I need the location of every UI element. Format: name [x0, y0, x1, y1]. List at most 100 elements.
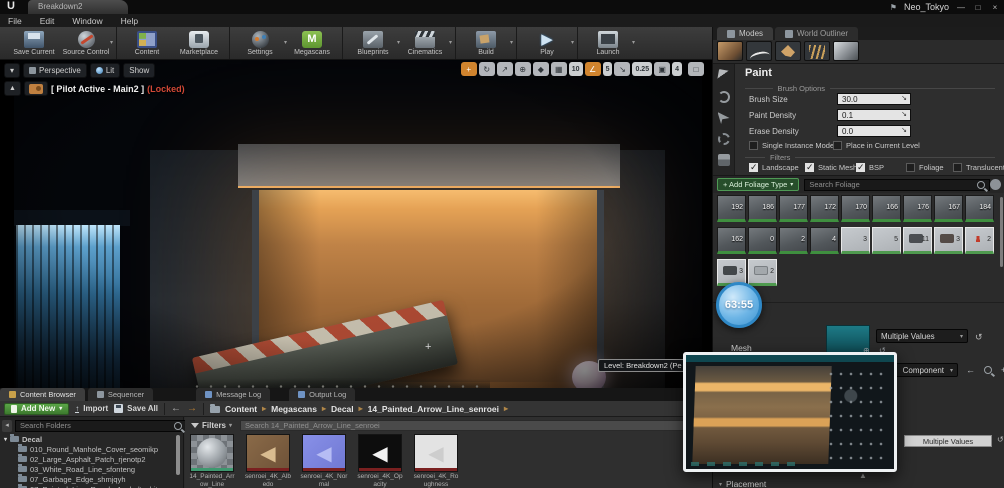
place-in-current-level-option[interactable]: Place in Current Level	[833, 141, 920, 150]
add-new-button[interactable]: Add New ▾	[4, 403, 69, 415]
foliage-tile-selected[interactable]: 11	[903, 227, 932, 254]
rotation-snapping-button[interactable]: ∠	[585, 62, 601, 76]
lasso-tool-icon[interactable]	[718, 133, 730, 145]
tab-modes[interactable]: Modes	[717, 27, 773, 40]
tree-folder[interactable]: 010_Round_Manhole_Cover_seomikp	[4, 444, 170, 454]
level-viewport[interactable]: + ▾ Perspective Lit Show + ↻ ↗ ⊕ ◆ ▦ 10 …	[0, 60, 712, 388]
foliage-tile[interactable]: 2	[779, 227, 808, 254]
foliage-tile[interactable]: 192	[717, 195, 746, 222]
asset-texture-roughness[interactable]: ◀ senroei_4K_Roughness	[412, 434, 460, 488]
foliage-tile[interactable]: 177	[779, 195, 808, 222]
scale-snap-value[interactable]: 0.25	[632, 62, 652, 76]
minimize-button[interactable]: —	[956, 3, 966, 12]
filter-translucent[interactable]: Translucent	[953, 163, 1004, 172]
world-local-toggle[interactable]: ⊕	[515, 62, 531, 76]
foliage-tile[interactable]: 162	[717, 227, 746, 254]
marketplace-button[interactable]: Marketplace	[173, 27, 225, 59]
tab-sequencer[interactable]: Sequencer	[88, 388, 153, 401]
collapse-sources-button[interactable]: ◂	[2, 420, 12, 432]
menu-window[interactable]: Window	[72, 16, 102, 26]
details-collapse-arrow[interactable]: ▲	[859, 471, 867, 480]
foliage-tile-selected[interactable]: 3	[841, 227, 870, 254]
foliage-checkbox[interactable]	[906, 163, 915, 172]
static-meshes-checkbox[interactable]	[805, 163, 814, 172]
grid-snapping-button[interactable]: ▦	[551, 62, 567, 76]
search-icon[interactable]	[984, 366, 992, 374]
grid-snap-value[interactable]: 10	[569, 62, 583, 76]
mode-geometry-thumb[interactable]	[833, 41, 859, 61]
multiple-values-field[interactable]: Multiple Values	[904, 435, 992, 447]
camera-speed-button[interactable]: ▣	[654, 62, 670, 76]
pip-video-overlay[interactable]	[683, 352, 897, 472]
paint-density-slider-icon[interactable]: ↘	[899, 109, 909, 121]
foliage-tile-selected[interactable]: 2	[748, 259, 777, 286]
mode-spline-thumb[interactable]	[746, 41, 772, 61]
mode-landscape-thumb[interactable]	[717, 41, 743, 61]
tree-folder[interactable]: 03_White_Road_Line_sfonteng	[4, 464, 170, 474]
asset-texture-albedo[interactable]: ◀ senroei_4K_Albedo	[244, 434, 292, 488]
fill-tool-icon[interactable]	[718, 154, 730, 166]
foliage-tile[interactable]: 186	[748, 195, 777, 222]
foliage-tile[interactable]: 184	[965, 195, 994, 222]
expand-icon[interactable]: ▾	[4, 436, 7, 443]
play-button[interactable]: ▶ Play ▾	[521, 27, 573, 59]
place-current-level-checkbox[interactable]	[833, 141, 842, 150]
folders-scrollbar[interactable]	[176, 435, 180, 475]
chevron-down-icon[interactable]: ▾	[449, 39, 452, 46]
build-button[interactable]: Build ▾	[460, 27, 512, 59]
tab-world-outliner[interactable]: World Outliner	[775, 27, 858, 40]
asset-texture-opacity[interactable]: ◀ senroei_4K_Opacity	[356, 434, 404, 488]
megascans-button[interactable]: M Megascans	[286, 27, 338, 59]
rotate-gizmo-button[interactable]: ↻	[479, 62, 495, 76]
add-foliage-type-button[interactable]: + Add Foliage Type ▾	[717, 178, 799, 191]
foliage-tile[interactable]: 170	[841, 195, 870, 222]
tree-folder-decal[interactable]: ▾ Decal	[4, 434, 170, 444]
blueprints-button[interactable]: Blueprints ▾	[347, 27, 399, 59]
project-tab[interactable]: Breakdown2	[28, 0, 128, 14]
launch-button[interactable]: Launch ▾	[582, 27, 634, 59]
filter-bsp[interactable]: BSP	[856, 163, 884, 172]
erase-density-slider-icon[interactable]: ↘	[899, 125, 909, 137]
placement-section-header[interactable]: ▾ Placement	[719, 479, 766, 488]
viewport-options-dropdown[interactable]: ▾	[4, 63, 20, 78]
tab-output-log[interactable]: Output Log	[289, 388, 355, 401]
tree-folder[interactable]: 07_Painted_Line_Rough_Asphalt_sbitugg	[4, 484, 170, 488]
perspective-dropdown[interactable]: Perspective	[23, 63, 87, 78]
restore-button[interactable]: □	[973, 3, 983, 12]
breadcrumb-megascans[interactable]: Megascans	[271, 404, 317, 414]
foliage-tile[interactable]: 176	[903, 195, 932, 222]
mode-grass-thumb[interactable]	[804, 41, 830, 61]
scale-snapping-button[interactable]: ↘	[614, 62, 630, 76]
filter-landscape[interactable]: Landscape	[749, 163, 799, 172]
chevron-down-icon[interactable]: ▾	[632, 39, 635, 46]
asset-material[interactable]: 14_Painted_Arrow_Line	[188, 434, 236, 488]
breadcrumb-current-folder[interactable]: 14_Painted_Arrow_Line_senroei	[368, 404, 499, 414]
cinematics-button[interactable]: Cinematics ▾	[399, 27, 451, 59]
select-tool-icon[interactable]	[718, 112, 730, 124]
filter-foliage[interactable]: Foliage	[906, 163, 944, 172]
camera-speed-value[interactable]: 4	[672, 62, 682, 76]
tree-folder[interactable]: 02_Large_Asphalt_Patch_rjenotp2	[4, 454, 170, 464]
foliage-tile[interactable]: 172	[810, 195, 839, 222]
filters-button[interactable]: Filters ▾	[188, 420, 235, 432]
tree-folder[interactable]: 07_Garbage_Edge_shmjqyh	[4, 474, 170, 484]
menu-help[interactable]: Help	[121, 16, 138, 26]
pilot-camera-button[interactable]	[24, 81, 48, 96]
rotation-snap-value[interactable]: 5	[603, 62, 613, 76]
foliage-tile[interactable]: 166	[872, 195, 901, 222]
mesh-multiple-values-dropdown[interactable]: Multiple Values ▾	[876, 329, 968, 343]
menu-edit[interactable]: Edit	[40, 16, 55, 26]
maximize-viewport-button[interactable]: □	[688, 62, 704, 76]
settings-button[interactable]: Settings ▾	[234, 27, 286, 59]
show-dropdown[interactable]: Show	[123, 63, 155, 78]
revert-icon[interactable]: ↺	[997, 435, 1004, 444]
surface-snapping-button[interactable]: ◆	[533, 62, 549, 76]
folder-search-input[interactable]	[15, 420, 187, 432]
right-panel-scrollbar[interactable]	[1000, 197, 1003, 267]
chevron-down-icon[interactable]: ▾	[571, 39, 574, 46]
chevron-down-icon[interactable]: ▾	[510, 39, 513, 46]
history-forward-icon[interactable]: →	[187, 403, 197, 414]
lit-dropdown[interactable]: Lit	[90, 63, 120, 78]
menu-file[interactable]: File	[8, 16, 22, 26]
foliage-tile-selected[interactable]: 3	[934, 227, 963, 254]
